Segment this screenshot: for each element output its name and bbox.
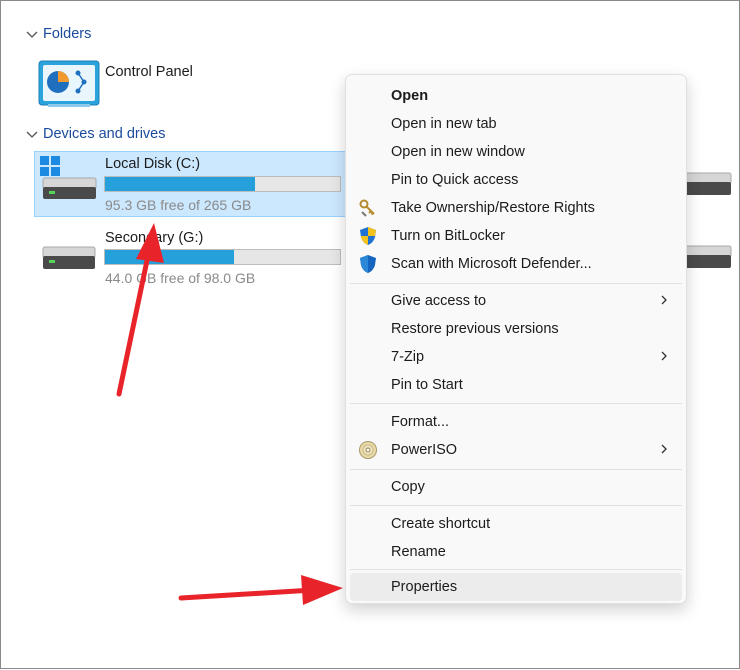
drive-g-label[interactable]: Secondary (G:) xyxy=(105,230,203,246)
drive-g-usage-fill xyxy=(105,250,235,264)
menu-item-take-ownership[interactable]: Take Ownership/Restore Rights xyxy=(350,194,682,222)
menu-item-label: 7-Zip xyxy=(391,349,425,365)
menu-item-label: Turn on BitLocker xyxy=(391,228,505,244)
menu-item-open-in-new-window[interactable]: Open in new window xyxy=(350,138,682,166)
drive-icon-partial[interactable] xyxy=(685,244,733,272)
secondary-drive-icon[interactable] xyxy=(42,245,96,273)
menu-item-create-shortcut[interactable]: Create shortcut xyxy=(350,510,682,538)
menu-item-label: Rename xyxy=(391,544,446,560)
disc-icon xyxy=(359,441,377,459)
menu-item-label: Open in new tab xyxy=(391,116,497,132)
menu-item-poweriso[interactable]: PowerISO xyxy=(350,436,682,464)
menu-separator xyxy=(350,569,682,570)
menu-item-label: Scan with Microsoft Defender... xyxy=(391,256,592,272)
menu-separator xyxy=(350,283,682,284)
devices-section-header[interactable]: Devices and drives xyxy=(25,126,166,142)
chevron-down-icon xyxy=(26,31,38,38)
menu-item-label: Open in new window xyxy=(391,144,525,160)
drive-c-label: Local Disk (C:) xyxy=(105,156,201,172)
chevron-right-icon xyxy=(661,351,667,361)
menu-item-label: Give access to xyxy=(391,293,487,309)
control-panel-item[interactable] xyxy=(38,60,100,113)
drive-c-free-space: 95.3 GB free of 265 GB xyxy=(105,197,252,213)
menu-item-rename[interactable]: Rename xyxy=(350,538,682,566)
menu-item-label: Pin to Start xyxy=(391,377,463,393)
menu-separator xyxy=(350,469,682,470)
menu-item-label: Restore previous versions xyxy=(391,321,559,337)
defender-shield-icon xyxy=(360,255,376,273)
devices-header-label: Devices and drives xyxy=(43,126,166,142)
drive-g-free-space: 44.0 GB free of 98.0 GB xyxy=(105,270,256,286)
chevron-right-icon xyxy=(661,295,667,305)
drive-c-usage-bar xyxy=(104,176,341,192)
control-panel-label: Control Panel xyxy=(105,64,193,80)
menu-item-open-in-new-tab[interactable]: Open in new tab xyxy=(350,110,682,138)
menu-item-7zip[interactable]: 7-Zip xyxy=(350,343,682,371)
menu-separator xyxy=(350,505,682,506)
menu-item-label: Open xyxy=(391,88,429,104)
menu-item-scan-defender[interactable]: Scan with Microsoft Defender... xyxy=(350,250,682,278)
local-disk-drive-icon xyxy=(40,156,97,199)
menu-item-label: Format... xyxy=(391,414,450,430)
menu-item-label: PowerISO xyxy=(391,442,458,458)
menu-item-label: Pin to Quick access xyxy=(391,172,519,188)
menu-item-label: Properties xyxy=(391,579,458,595)
menu-item-restore-previous-versions[interactable]: Restore previous versions xyxy=(350,315,682,343)
menu-item-pin-to-quick-access[interactable]: Pin to Quick access xyxy=(350,166,682,194)
chevron-down-icon xyxy=(26,131,38,138)
menu-item-turn-on-bitlocker[interactable]: Turn on BitLocker xyxy=(350,222,682,250)
menu-item-label: Take Ownership/Restore Rights xyxy=(391,200,595,216)
menu-item-format[interactable]: Format... xyxy=(350,408,682,436)
context-menu: Open Open in new tab Open in new window … xyxy=(345,74,687,604)
explorer-window: Folders Control Panel Devices and drives… xyxy=(0,0,740,669)
control-panel-icon xyxy=(38,60,100,107)
annotation-arrow-right xyxy=(178,575,343,605)
menu-item-label: Create shortcut xyxy=(391,516,491,532)
menu-item-open[interactable]: Open xyxy=(350,82,682,110)
folders-header-label: Folders xyxy=(43,26,92,42)
chevron-right-icon xyxy=(661,444,667,454)
menu-item-label: Copy xyxy=(391,479,425,495)
drive-g-usage-bar xyxy=(104,249,341,265)
menu-item-properties[interactable]: Properties xyxy=(350,573,682,601)
uac-shield-icon xyxy=(360,227,376,245)
menu-separator xyxy=(350,403,682,404)
drive-icon-partial[interactable] xyxy=(685,171,733,199)
menu-item-pin-to-start[interactable]: Pin to Start xyxy=(350,371,682,399)
menu-item-give-access-to[interactable]: Give access to xyxy=(350,287,682,315)
folders-section-header[interactable]: Folders xyxy=(25,26,91,42)
keys-icon xyxy=(359,199,375,217)
drive-c-usage-fill xyxy=(105,177,256,191)
menu-item-copy[interactable]: Copy xyxy=(350,473,682,501)
